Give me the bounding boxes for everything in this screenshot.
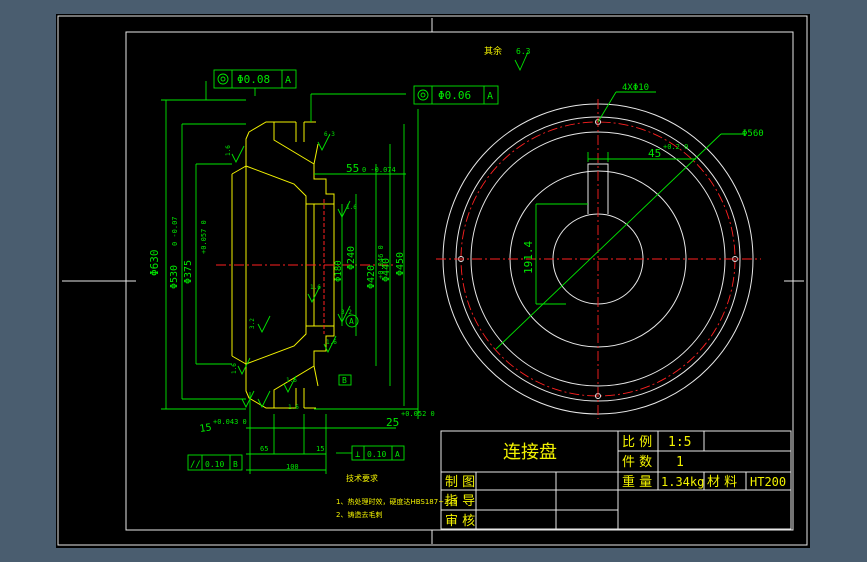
dim-100: 100 [286, 463, 299, 471]
weight-label: 重 量 [622, 474, 652, 490]
tol-key-width: +0.2 0 [663, 143, 688, 151]
dim-65: 65 [260, 445, 268, 453]
dim-d375: Φ375 [183, 260, 194, 284]
cad-viewport[interactable]: 连接盘 比 例 1:5 件 数 1 重 量 1.34kg 材 料 HT200 制… [56, 14, 810, 548]
part-name: 连接盘 [503, 442, 557, 463]
dim-key-depth: 191.4 [522, 241, 535, 274]
svg-text:B: B [233, 460, 238, 469]
svg-text:A: A [285, 75, 291, 86]
dim-d530: Φ530 [169, 265, 180, 289]
svg-text:A: A [395, 450, 400, 459]
svg-text:其余: 其余 [484, 45, 502, 57]
svg-text://: // [190, 460, 201, 470]
svg-text:Φ0.06: Φ0.06 [438, 89, 471, 102]
scale-label: 比 例 [622, 435, 652, 450]
drawn-label: 制 图 [445, 475, 475, 490]
dim-d560: Φ560 [742, 129, 764, 139]
svg-text:0.10: 0.10 [367, 450, 386, 459]
review-label: 审 核 [445, 514, 475, 529]
drawing-canvas: 连接盘 比 例 1:5 件 数 1 重 量 1.34kg 材 料 HT200 制… [57, 15, 808, 546]
dim-15b: 15 [316, 445, 324, 453]
tol-frame-4: ⊥ 0.10 A [336, 445, 405, 461]
tol-frame-1: Φ0.08 A [213, 69, 297, 96]
notes-line2: 2、铸造去毛刺 [336, 510, 382, 519]
dim-holes: 4XΦ10 [622, 83, 649, 93]
dim-d440: Φ440 [381, 258, 392, 282]
dim-key-width: 45 [648, 147, 661, 160]
notes-line1: 1、热处理时效，硬度达HBS187~229 [336, 497, 457, 506]
material-label: 材 料 [707, 475, 737, 490]
svg-text:1.6: 1.6 [326, 339, 337, 346]
count-value: 1 [676, 455, 684, 470]
svg-text:1.6: 1.6 [288, 404, 299, 411]
svg-text:B: B [342, 376, 347, 385]
svg-text:A: A [487, 91, 493, 102]
dim-d450: Φ450 [395, 252, 406, 276]
dim-55: 55 [346, 162, 359, 175]
tol-frame-3: // 0.10 B [187, 454, 243, 471]
material-value: HT200 [750, 475, 786, 489]
svg-text:1.6: 1.6 [225, 145, 232, 156]
dim-d240: Φ240 [346, 246, 357, 270]
svg-text:6.3: 6.3 [516, 47, 531, 56]
svg-text:1.6: 1.6 [310, 284, 321, 291]
svg-text:3.2: 3.2 [249, 318, 256, 329]
tol-d375: +0.057 0 [200, 220, 208, 254]
section-view: Φ630 Φ530 0 -0.07 Φ375 +0.057 0 Φ180 Φ24… [148, 81, 435, 474]
svg-text:1.6: 1.6 [286, 377, 297, 384]
dim-15: 15 [199, 422, 212, 435]
tol-d530: 0 -0.07 [171, 216, 179, 246]
dim-d420: Φ420 [366, 265, 377, 289]
front-view: 191.4 45 +0.2 0 Φ560 4XΦ10 [436, 83, 764, 419]
svg-text:6.3: 6.3 [324, 131, 335, 138]
svg-text:Φ0.08: Φ0.08 [237, 73, 270, 86]
svg-text:0.10: 0.10 [205, 460, 224, 469]
notes-heading: 技术要求 [346, 473, 378, 483]
tol-55: 0 -0.074 [362, 166, 396, 174]
weight-value: 1.34kg [661, 475, 704, 489]
tech-notes: 技术要求 1、热处理时效，硬度达HBS187~229 2、铸造去毛刺 [336, 473, 457, 519]
dim-d630: Φ630 [148, 250, 161, 277]
svg-text:A: A [349, 317, 354, 326]
tol-frame-2: Φ0.06 A [413, 85, 499, 105]
scale-value: 1:5 [668, 435, 691, 450]
title-block: 连接盘 比 例 1:5 件 数 1 重 量 1.34kg 材 料 HT200 制… [440, 430, 792, 530]
svg-text:1.6: 1.6 [231, 363, 238, 374]
surface-rest-mark: 其余 6.3 [484, 45, 531, 72]
section-lower [245, 325, 335, 409]
section-upper [245, 121, 335, 205]
svg-text:⊥: ⊥ [355, 450, 361, 460]
dim-d180: Φ180 [334, 260, 344, 282]
tol-15: +0.043 0 [213, 418, 247, 426]
count-label: 件 数 [622, 455, 652, 470]
svg-text:1.6: 1.6 [346, 204, 357, 211]
dim-25: 25 [386, 416, 399, 429]
tol-25: +0.052 0 [401, 410, 435, 418]
